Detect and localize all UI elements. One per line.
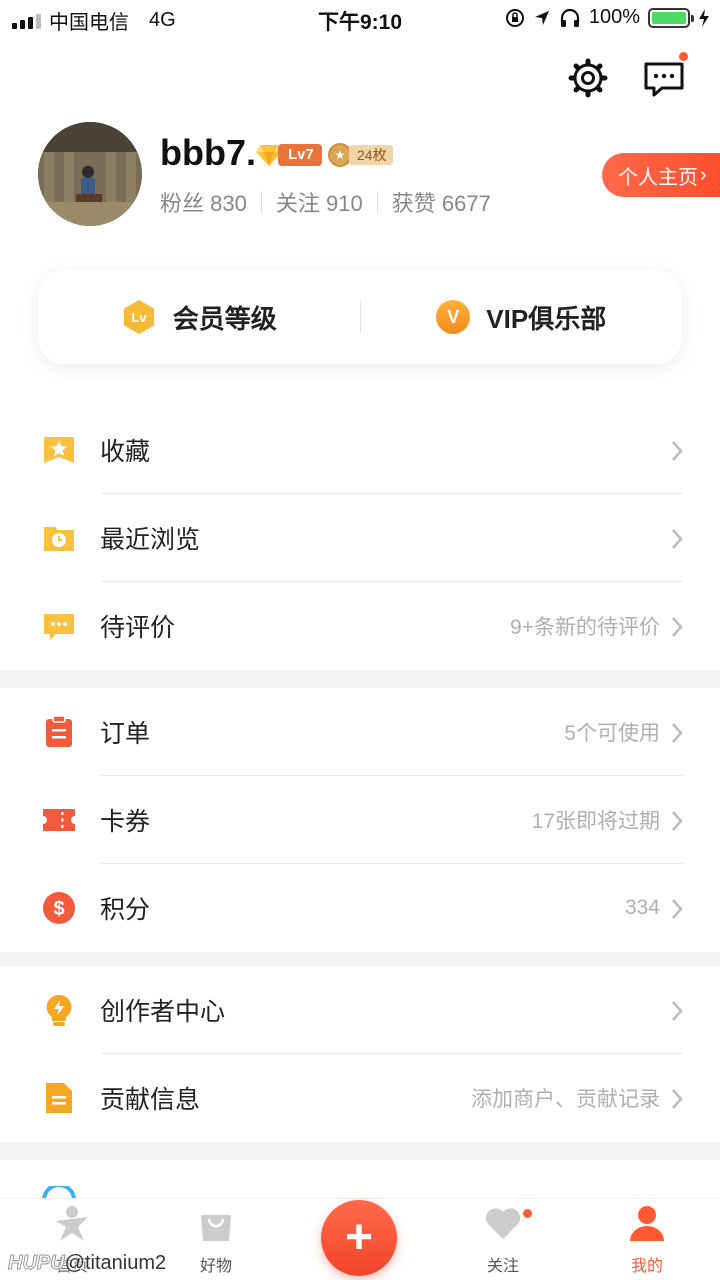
messages-button[interactable]: [642, 50, 690, 100]
list-item-orders[interactable]: 订单 5个可使用: [0, 688, 720, 776]
ticket-icon: [43, 809, 75, 831]
avatar-photo: [38, 122, 142, 226]
vip-icon: V: [436, 300, 471, 334]
clock-folder-icon: [44, 527, 74, 551]
chevron-right-icon: [672, 617, 683, 637]
section-gap: [0, 1142, 720, 1160]
svg-text:Lv: Lv: [131, 310, 147, 325]
vip-club-button[interactable]: V VIP俱乐部: [361, 299, 683, 336]
message-icon: [644, 62, 684, 97]
member-level-button[interactable]: Lv 会员等级: [38, 299, 360, 336]
list-section-2: 订单 5个可使用 卡券 17张即将过期 $ 积分 334: [0, 688, 720, 952]
chevron-right-icon: [672, 441, 683, 461]
member-card: Lv 会员等级 V VIP俱乐部: [38, 270, 682, 364]
bag-icon: [201, 1215, 231, 1241]
level-badge[interactable]: Lv7: [256, 143, 322, 167]
notification-dot: [521, 1207, 534, 1220]
coin-badge[interactable]: ★ 24枚: [328, 143, 393, 167]
charging-icon: [699, 8, 709, 27]
home-icon: [56, 1206, 88, 1241]
chevron-right-icon: [672, 811, 683, 831]
list-section-4-partial: [0, 1160, 720, 1200]
gear-icon: [568, 58, 608, 98]
svg-text:$: $: [53, 898, 64, 920]
chevron-right-icon: [672, 1089, 683, 1109]
star-folder-icon: [44, 437, 74, 463]
settings-button[interactable]: [566, 56, 610, 100]
homepage-button[interactable]: 个人主页 ›: [602, 153, 720, 197]
chevron-right-icon: [672, 1001, 683, 1021]
publish-button[interactable]: +: [321, 1200, 397, 1276]
profile-stats: 粉丝 830 关注 910 获赞 6677: [160, 186, 491, 218]
lv-hexagon-icon: Lv: [123, 300, 154, 334]
rotation-lock-icon: [505, 8, 524, 27]
heart-icon: [485, 1208, 521, 1239]
list-item-coupons[interactable]: 卡券 17张即将过期: [0, 776, 720, 864]
tab-following[interactable]: 关注: [453, 1203, 553, 1276]
watermark: HUPU@titanium2: [8, 1252, 167, 1275]
headphones-icon: [560, 8, 579, 27]
list-item-contribution[interactable]: 贡献信息 添加商户、贡献记录: [0, 1054, 720, 1142]
avatar[interactable]: [38, 122, 142, 226]
list-item-creator-center[interactable]: 创作者中心: [0, 966, 720, 1054]
tab-goods[interactable]: 好物: [166, 1203, 266, 1276]
stat-following[interactable]: 关注 910: [276, 186, 363, 218]
level-text: Lv7: [278, 144, 322, 166]
battery-icon: [648, 7, 694, 28]
battery-percent: 100%: [588, 6, 640, 28]
list-item-favorites[interactable]: 收藏: [0, 406, 720, 494]
stat-likes[interactable]: 获赞 6677: [392, 186, 491, 218]
chevron-right-icon: [672, 723, 683, 743]
list-section-1: 收藏 最近浏览 待评价 9+条新的待评价: [0, 406, 720, 670]
section-gap: [0, 670, 720, 688]
list-item-points[interactable]: $ 积分 334: [0, 864, 720, 952]
document-icon: [46, 1083, 72, 1113]
location-icon: [534, 10, 549, 25]
list-item-pending-review[interactable]: 待评价 9+条新的待评价: [0, 582, 720, 670]
points-icon: $: [43, 892, 75, 924]
person-icon: [630, 1206, 664, 1241]
chevron-right-icon: ›: [700, 163, 707, 186]
lightbulb-icon: [46, 994, 72, 1026]
homepage-label: 个人主页: [618, 166, 698, 189]
chevron-right-icon: [672, 529, 683, 549]
stat-divider: [376, 191, 378, 213]
unread-dot: [677, 50, 690, 63]
comment-icon: [44, 614, 74, 640]
stat-fans[interactable]: 粉丝 830: [160, 186, 247, 218]
stat-divider: [260, 191, 262, 213]
chevron-right-icon: [672, 899, 683, 919]
username: bbb7.: [160, 132, 256, 173]
vip-club-label: VIP俱乐部: [486, 303, 607, 334]
coin-count: 24枚: [349, 145, 393, 165]
member-level-label: 会员等级: [172, 303, 277, 334]
list-item-recent[interactable]: 最近浏览: [0, 494, 720, 582]
list-section-3: 创作者中心 贡献信息 添加商户、贡献记录: [0, 966, 720, 1142]
order-icon: [46, 715, 72, 747]
tab-mine[interactable]: 我的: [597, 1203, 697, 1276]
status-bar: 中国电信 4G 下午9:10 100%: [0, 0, 720, 40]
